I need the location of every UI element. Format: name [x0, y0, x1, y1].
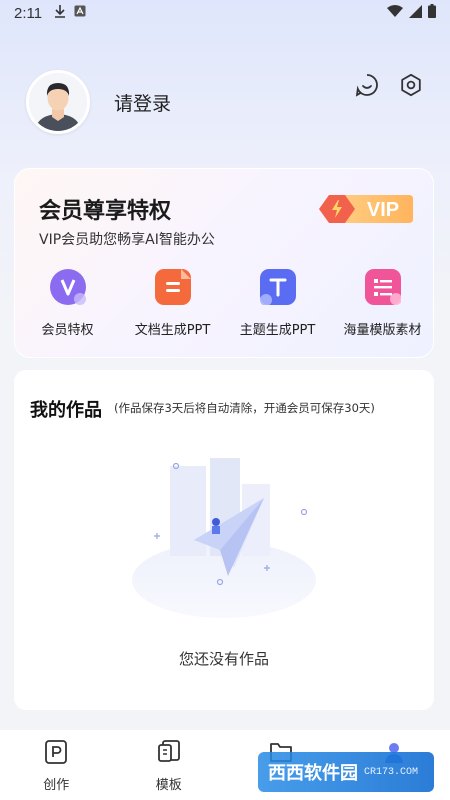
theme-t-icon: [259, 269, 296, 305]
status-bar: 2:11: [0, 0, 450, 26]
tab-label: 模板: [155, 778, 182, 793]
template-list-icon: [364, 269, 401, 305]
tab-create[interactable]: 创作: [0, 730, 113, 800]
settings-icon[interactable]: [398, 72, 424, 98]
signal-icon: [409, 4, 422, 22]
profile-header[interactable]: 请登录: [26, 70, 171, 134]
empty-illustration: [124, 458, 324, 628]
a-icon: [74, 5, 86, 21]
download-icon: [54, 4, 66, 22]
watermark-text: 西西软件园: [268, 763, 358, 784]
battery-icon: [428, 4, 436, 22]
vip-title: 会员尊享特权: [39, 199, 172, 224]
feature-label: 主题生成PPT: [239, 323, 316, 338]
avatar[interactable]: [26, 70, 90, 134]
empty-state-text: 您还没有作品: [178, 650, 269, 668]
feature-label: 文档生成PPT: [134, 323, 211, 338]
vip-v-icon: [49, 269, 86, 305]
feature-template-materials[interactable]: 海量模版素材: [330, 269, 435, 338]
vip-badge-text: VIP: [367, 199, 399, 221]
works-note: (作品保存3天后将自动清除，开通会员可保存30天): [114, 401, 375, 415]
create-p-icon: [45, 740, 68, 768]
top-actions: [354, 72, 424, 98]
status-time: 2:11: [14, 4, 43, 22]
vip-badge[interactable]: VIP: [311, 191, 415, 227]
tab-templates[interactable]: 模板: [113, 730, 226, 800]
watermark-logo: 西西软件园 CR173.COM: [258, 752, 434, 792]
my-works-card: 我的作品 (作品保存3天后将自动清除，开通会员可保存30天) 您还没有作品: [14, 370, 434, 710]
wifi-icon: [387, 4, 403, 22]
works-title: 我的作品: [30, 400, 102, 421]
feature-theme-to-ppt[interactable]: 主题生成PPT: [225, 269, 330, 338]
tab-label: 创作: [43, 778, 70, 793]
feature-label: 海量模版素材: [343, 323, 422, 338]
vip-card[interactable]: 会员尊享特权 VIP会员助您畅享AI智能办公 VIP 会员特权 文档生成PPT: [14, 168, 434, 358]
smile-icon[interactable]: [354, 72, 380, 98]
vip-features: 会员特权 文档生成PPT 主题生成PPT 海量模版素材: [15, 269, 435, 338]
vip-subtitle: VIP会员助您畅享AI智能办公: [39, 232, 215, 248]
document-icon: [154, 269, 191, 305]
watermark-url: CR173.COM: [364, 766, 419, 778]
feature-label: 会员特权: [41, 323, 94, 338]
login-link[interactable]: 请登录: [114, 89, 171, 116]
template-icon: [157, 740, 181, 768]
feature-doc-to-ppt[interactable]: 文档生成PPT: [120, 269, 225, 338]
feature-vip-privilege[interactable]: 会员特权: [15, 269, 120, 338]
